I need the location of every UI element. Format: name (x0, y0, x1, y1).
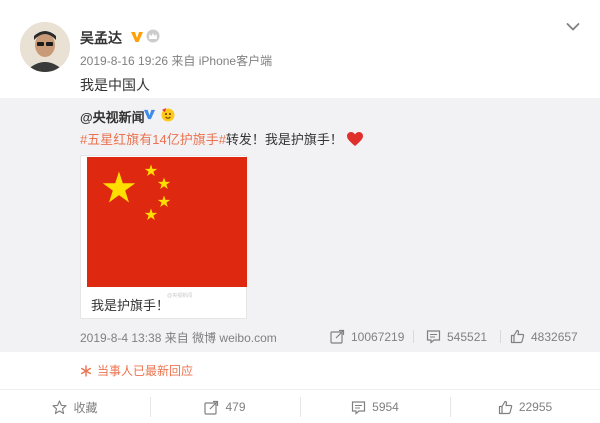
like-count: 22955 (518, 400, 553, 414)
repost-forward-button[interactable]: 10067219 (330, 329, 404, 344)
reply-note-link[interactable]: 当事人已最新回应 (80, 362, 193, 379)
thumbs-up-icon (498, 400, 513, 414)
repost-forward-count: 10067219 (351, 329, 405, 344)
heart-icon (346, 132, 363, 146)
link-card[interactable]: @央视新闻 我是护旗手！ (80, 155, 247, 319)
snowflake-icon (81, 364, 92, 377)
forward-count: 479 (225, 400, 246, 414)
verified-v-icon (143, 109, 156, 120)
repost-author[interactable]: @央视新闻 (80, 107, 145, 126)
comment-icon (426, 330, 441, 344)
card-watermark: @央视新闻 (167, 293, 193, 299)
author-name[interactable]: 吴孟达 (80, 28, 122, 48)
comment-count: 5954 (372, 400, 399, 414)
forward-button[interactable]: 479 (150, 390, 300, 423)
forward-icon (204, 400, 219, 415)
repost-comment-count: 545521 (447, 329, 488, 344)
emoji-badge-icon (161, 108, 175, 122)
card-caption: 我是护旗手！ (91, 298, 170, 313)
like-button[interactable]: 22955 (450, 390, 600, 423)
favorite-label: 收藏 (73, 400, 98, 415)
comment-icon (352, 400, 366, 415)
repost-date: 2019-8-4 13:38 来自 微博 weibo.com (80, 331, 277, 345)
post-text: 我是中国人 (80, 77, 150, 93)
star-icon (52, 399, 68, 414)
post-meta: 2019-8-16 19:26 来自 iPhone客户端 (80, 54, 273, 68)
avatar[interactable] (20, 22, 70, 72)
hashtag-link[interactable]: #五星红旗有14亿护旗手# (80, 132, 226, 147)
china-flag-image (87, 157, 247, 287)
favorite-button[interactable]: 收藏 (0, 390, 150, 423)
repost-text-body: 转发！我是护旗手！ (225, 132, 343, 147)
action-bar: 收藏 479 5954 22955 (0, 389, 600, 423)
repost-like-button[interactable]: 4832657 (510, 329, 578, 344)
verified-v-icon (131, 32, 143, 42)
comment-button[interactable]: 5954 (300, 390, 450, 423)
repost-like-count: 4832657 (531, 329, 578, 344)
divider (413, 330, 414, 343)
reply-note-text: 当事人已最新回应 (97, 364, 194, 378)
member-crown-icon (146, 29, 160, 43)
repost-comment-button[interactable]: 545521 (426, 329, 487, 344)
thumbs-up-icon (510, 329, 525, 344)
chevron-down-icon[interactable] (566, 22, 580, 32)
repost-text: #五星红旗有14亿护旗手#转发！我是护旗手！ (80, 129, 364, 148)
repost-box: @央视新闻 #五星红旗有14亿护旗手#转发！我是护旗手！ @央视新闻 我是护旗手… (0, 98, 600, 352)
forward-icon (330, 329, 345, 344)
flag-svg (87, 157, 247, 287)
divider (500, 330, 501, 343)
